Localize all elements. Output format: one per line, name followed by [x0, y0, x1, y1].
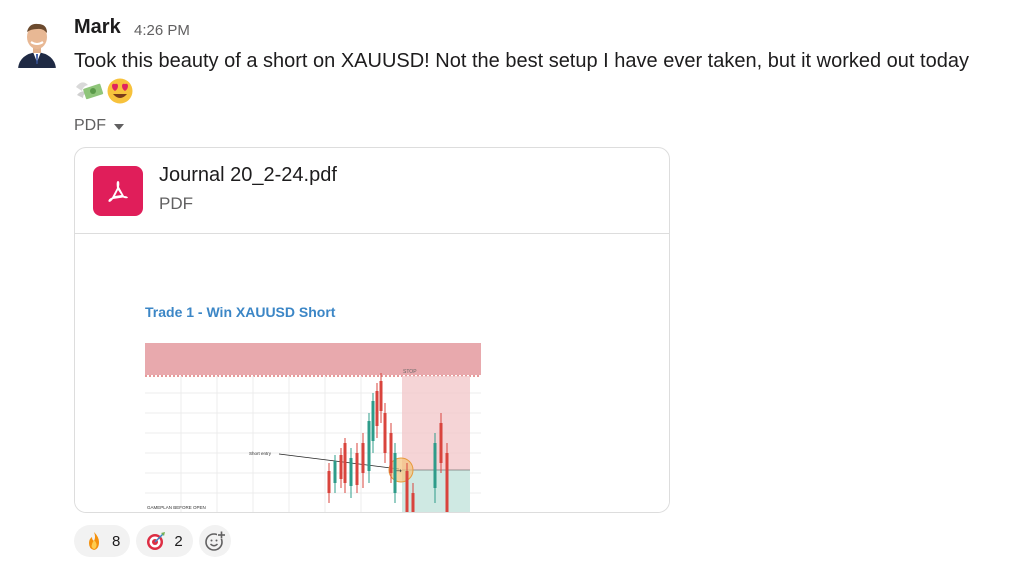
message-emojis: [74, 77, 134, 105]
pdf-attachment-card[interactable]: Journal 20_2-24.pdf PDF Trade 1 - Win XA…: [74, 147, 670, 513]
heart-eyes-icon: [107, 78, 133, 104]
file-name[interactable]: Journal 20_2-24.pdf: [159, 164, 337, 187]
add-emoji-icon: [204, 531, 226, 551]
svg-text:→: →: [396, 467, 402, 475]
attachment-toggle-label: PDF: [74, 117, 106, 134]
gameplan-label: GAMEPLAN BEFORE OPEN: [147, 505, 206, 510]
attachment-header[interactable]: Journal 20_2-24.pdf PDF: [75, 148, 669, 234]
reaction-fire[interactable]: 8: [74, 525, 131, 557]
direct-hit-icon: [147, 532, 166, 550]
caret-down-icon: [114, 124, 124, 130]
trade-chart-image: STOP Short entry → GAMEPLAN BEFORE OPEN: [145, 343, 481, 512]
attachment-toggle[interactable]: PDF: [74, 117, 124, 135]
avatar-image: [12, 18, 62, 68]
stop-zone: [145, 343, 481, 375]
reaction-fire-count: 8: [112, 532, 121, 550]
stop-label: STOP: [403, 369, 417, 375]
pdf-icon: [93, 166, 143, 216]
pdf-preview[interactable]: Trade 1 - Win XAUUSD Short STOP Short en…: [75, 234, 669, 512]
author-name[interactable]: Mark: [74, 16, 121, 39]
money-with-wings-icon: [76, 82, 104, 100]
entry-label: Short entry: [249, 451, 272, 456]
reaction-direct-hit[interactable]: 2: [136, 525, 193, 557]
message-timestamp[interactable]: 4:26 PM: [134, 22, 190, 39]
add-reaction-button[interactable]: [198, 525, 231, 557]
preview-title: Trade 1 - Win XAUUSD Short: [145, 304, 336, 320]
message-text: Took this beauty of a short on XAUUSD! N…: [74, 50, 969, 72]
reaction-direct-hit-count: 2: [174, 532, 183, 550]
avatar[interactable]: [12, 18, 62, 68]
fire-icon: [89, 532, 99, 550]
file-type: PDF: [159, 194, 193, 213]
reactions-bar: 8 2: [74, 525, 231, 557]
